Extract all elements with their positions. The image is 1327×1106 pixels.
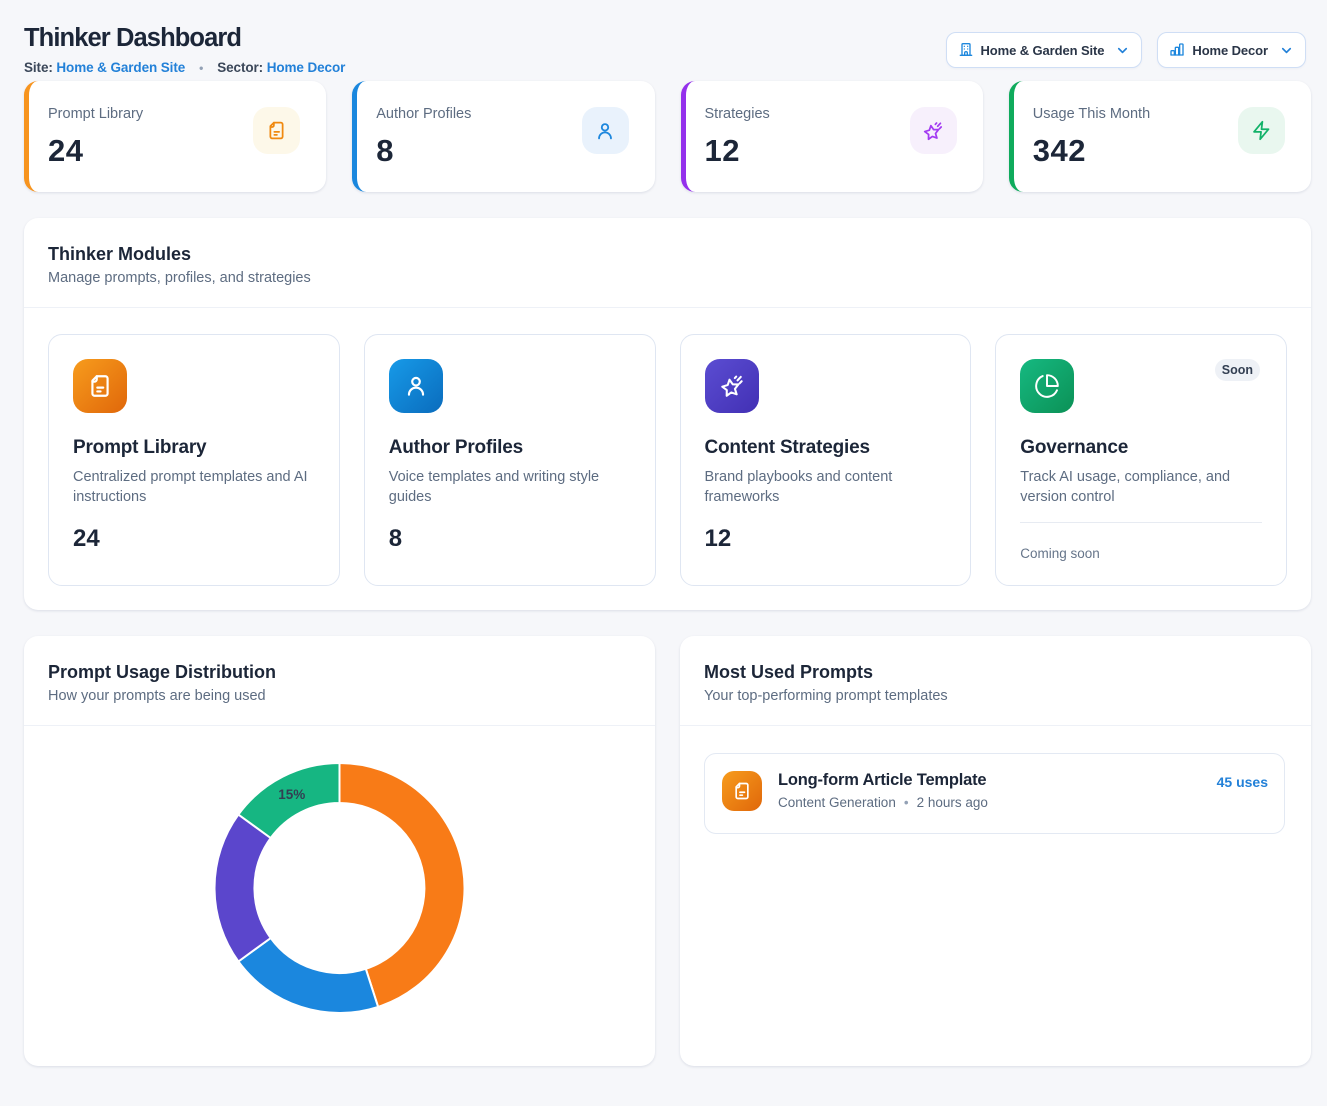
svg-text:15%: 15% xyxy=(278,787,305,802)
